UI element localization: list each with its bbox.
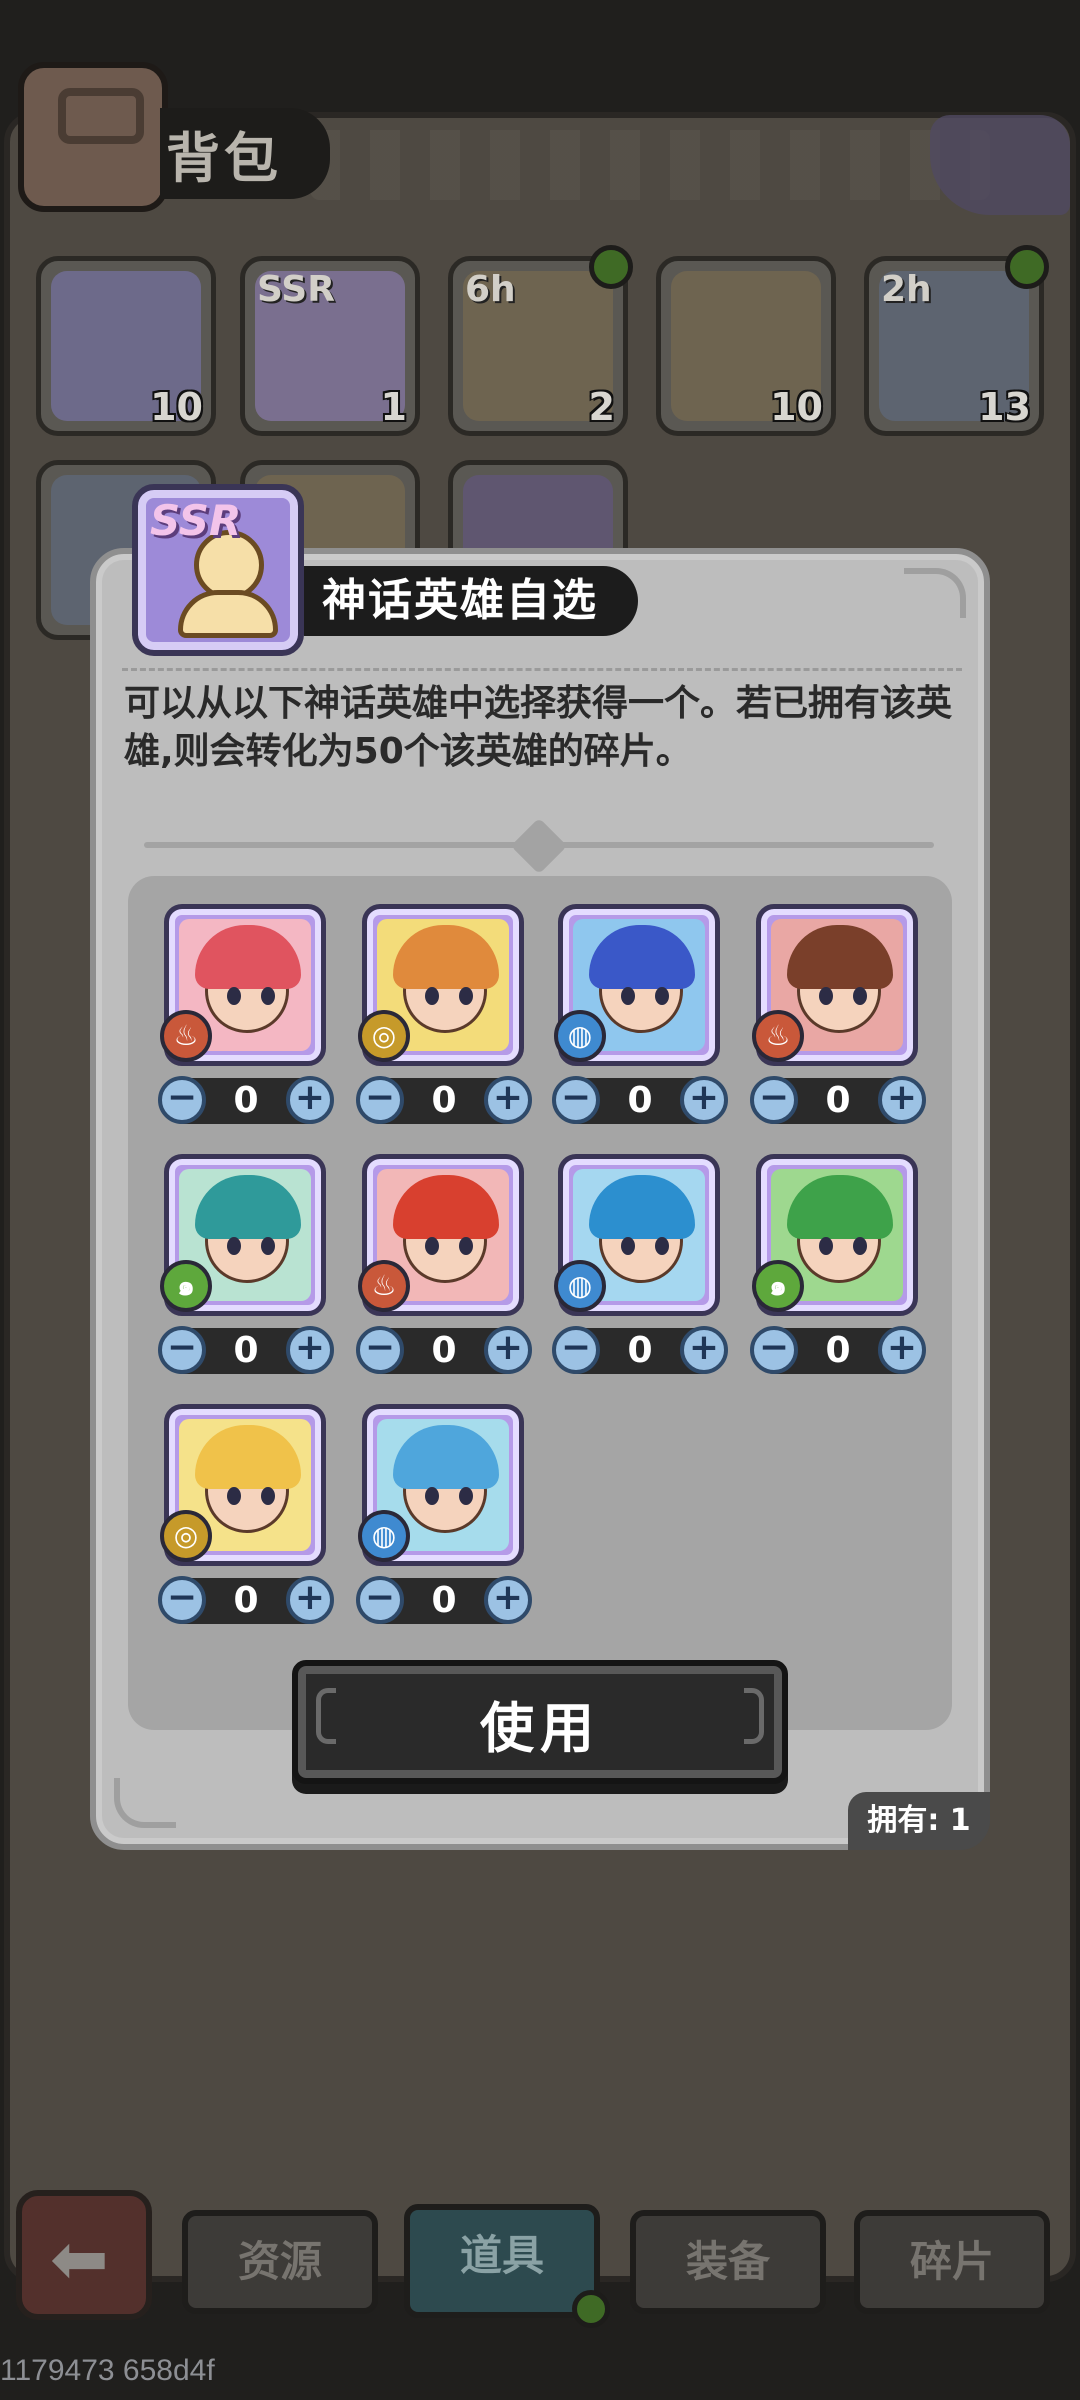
ssr-tag: SSR xyxy=(150,496,242,545)
quantity-stepper: −0 + xyxy=(552,1076,728,1124)
bag-item-slot[interactable]: 10 xyxy=(36,256,216,436)
use-button-label: 使用 xyxy=(480,1697,600,1760)
minus-button[interactable]: − xyxy=(750,1076,798,1124)
silhouette-body xyxy=(178,590,278,638)
plus-button[interactable]: + xyxy=(680,1326,728,1374)
corner-ornament xyxy=(904,568,966,618)
quantity-value: 0 xyxy=(627,1330,653,1371)
tab-items[interactable]: 道具 xyxy=(404,2204,600,2318)
wind-element-icon: ๑ xyxy=(752,1260,804,1312)
item-count: 1 xyxy=(380,385,407,429)
water-element-icon: ◍ xyxy=(554,1260,606,1312)
bag-item-slot[interactable]: SSR 1 xyxy=(240,256,420,436)
quantity-stepper: −0 + xyxy=(356,1076,532,1124)
quantity-stepper: −0 + xyxy=(158,1576,334,1624)
owned-count-badge: 拥有: 1 xyxy=(848,1792,990,1850)
minus-button[interactable]: − xyxy=(750,1326,798,1374)
earth-element-icon: ◎ xyxy=(160,1510,212,1562)
quantity-value: 0 xyxy=(233,1330,259,1371)
earth-element-icon: ◎ xyxy=(358,1010,410,1062)
water-element-icon: ◍ xyxy=(554,1010,606,1062)
quantity-stepper: −0 + xyxy=(356,1326,532,1374)
dialog-description: 可以从以下神话英雄中选择获得一个。若已拥有该英雄,则会转化为50个该英雄的碎片。 xyxy=(124,683,953,772)
quantity-stepper: −0 + xyxy=(158,1076,334,1124)
item-count: 13 xyxy=(978,385,1031,429)
fire-element-icon: ♨ xyxy=(160,1010,212,1062)
ornament-divider xyxy=(144,817,934,875)
quantity-value: 0 xyxy=(431,1580,457,1621)
bag-title: 背包 xyxy=(160,108,330,199)
plus-button[interactable]: + xyxy=(878,1076,926,1124)
minus-button[interactable]: − xyxy=(356,1326,404,1374)
debug-text: 1179473 658d4f xyxy=(0,2354,215,2387)
bag-item-slot[interactable]: 2h 13 xyxy=(864,245,1049,436)
minus-button[interactable]: − xyxy=(158,1076,206,1124)
fire-element-icon: ♨ xyxy=(358,1260,410,1312)
water-element-icon: ◍ xyxy=(358,1510,410,1562)
corner-decoration xyxy=(930,115,1070,215)
plus-button[interactable]: + xyxy=(484,1576,532,1624)
notification-dot xyxy=(589,245,633,289)
item-count: 10 xyxy=(150,385,203,429)
use-button[interactable]: 使用 xyxy=(292,1660,788,1784)
back-arrow-icon: ⬅ xyxy=(50,2218,109,2300)
corner-ornament xyxy=(114,1778,176,1828)
minus-button[interactable]: − xyxy=(552,1326,600,1374)
quantity-stepper: −0 + xyxy=(750,1076,926,1124)
quantity-stepper: −0 + xyxy=(552,1326,728,1374)
item-count: 2 xyxy=(588,385,615,429)
tab-shards[interactable]: 碎片 xyxy=(854,2210,1050,2314)
bag-item-slot[interactable]: 6h 2 xyxy=(448,245,633,436)
minus-button[interactable]: − xyxy=(356,1576,404,1624)
item-tag: SSR xyxy=(257,269,335,310)
quantity-value: 0 xyxy=(431,1080,457,1121)
minus-button[interactable]: − xyxy=(552,1076,600,1124)
bag-header-decoration xyxy=(310,130,990,200)
quantity-value: 0 xyxy=(233,1580,259,1621)
minus-button[interactable]: − xyxy=(158,1326,206,1374)
item-count: 10 xyxy=(770,385,823,429)
plus-button[interactable]: + xyxy=(286,1576,334,1624)
quantity-value: 0 xyxy=(627,1080,653,1121)
minus-button[interactable]: − xyxy=(356,1076,404,1124)
plus-button[interactable]: + xyxy=(484,1076,532,1124)
ssr-hero-ticket-icon: SSR xyxy=(132,484,304,656)
notification-dot xyxy=(572,2290,610,2328)
item-tag: 6h xyxy=(465,269,516,310)
quantity-value: 0 xyxy=(825,1330,851,1371)
plus-button[interactable]: + xyxy=(680,1076,728,1124)
divider xyxy=(122,668,962,671)
quantity-stepper: −0 + xyxy=(158,1326,334,1374)
quantity-value: 0 xyxy=(825,1080,851,1121)
quantity-stepper: −0 + xyxy=(356,1576,532,1624)
notification-dot xyxy=(1005,245,1049,289)
minus-button[interactable]: − xyxy=(158,1576,206,1624)
plus-button[interactable]: + xyxy=(286,1076,334,1124)
quantity-stepper: −0 + xyxy=(750,1326,926,1374)
dialog-title: 神话英雄自选 xyxy=(304,566,638,636)
plus-button[interactable]: + xyxy=(878,1326,926,1374)
quantity-value: 0 xyxy=(431,1330,457,1371)
quantity-value: 0 xyxy=(233,1080,259,1121)
plus-button[interactable]: + xyxy=(286,1326,334,1374)
wind-element-icon: ๑ xyxy=(160,1260,212,1312)
backpack-icon xyxy=(18,62,168,212)
item-tag: 2h xyxy=(881,269,932,310)
tab-equipment[interactable]: 装备 xyxy=(630,2210,826,2314)
bag-item-slot[interactable]: 10 xyxy=(656,256,836,436)
fire-element-icon: ♨ xyxy=(752,1010,804,1062)
back-button[interactable]: ⬅ xyxy=(16,2190,152,2320)
tab-resources[interactable]: 资源 xyxy=(182,2210,378,2314)
bottom-nav: ⬅ 资源 道具 装备 碎片 xyxy=(0,2170,1080,2330)
plus-button[interactable]: + xyxy=(484,1326,532,1374)
